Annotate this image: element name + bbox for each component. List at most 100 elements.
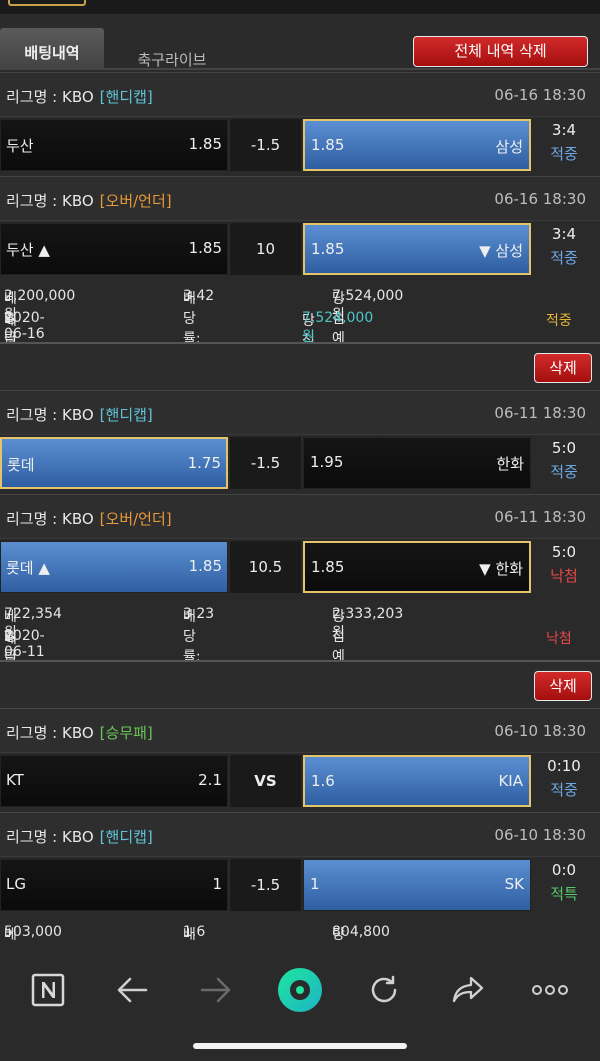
home-odds: 2.1	[198, 771, 222, 789]
away-pick-cell[interactable]: 1 SK	[303, 859, 531, 911]
result-status: 낙첨	[550, 567, 578, 585]
bet-type-tag: [승무패]	[99, 724, 153, 742]
result-status: 적특	[550, 885, 578, 903]
away-odds: 1.6	[311, 772, 335, 790]
site-logo	[8, 0, 86, 6]
league-name: 리그명 : KBO [오버/언더]	[6, 510, 172, 528]
home-pick-cell[interactable]: LG 1	[0, 859, 228, 911]
away-pick-cell[interactable]: 1.85 ▼ 한화	[303, 541, 531, 593]
bet-summary: 베팅금액: 503,000원 배당률: 1.6 당첨예상: 804,800원	[0, 916, 600, 940]
result-status: 적중	[550, 145, 578, 163]
result-status: 적중	[550, 249, 578, 267]
bet-type-tag: [핸디캡]	[99, 88, 153, 106]
match-row: KT 2.1 VS 1.6 KIA 0:10 적중	[0, 752, 600, 812]
home-team: 두산	[6, 137, 34, 155]
final-score: 5:0	[551, 543, 577, 561]
match-date: 06-10 18:30	[494, 826, 586, 844]
share-icon[interactable]	[436, 958, 500, 1022]
match-row: 두산 ▲ 1.85 10 1.85 ▼ 삼성 3:4 적중	[0, 220, 600, 280]
home-odds: 1.75	[187, 454, 221, 472]
away-odds: 1	[310, 875, 320, 893]
league-header: 리그명 : KBO [오버/언더] 06-16 18:30	[0, 176, 600, 220]
result-status: 적중	[550, 463, 578, 481]
home-pick-cell[interactable]: KT 2.1	[0, 755, 228, 807]
league-header: 리그명 : KBO [핸디캡] 06-11 18:30	[0, 390, 600, 434]
home-team: 두산 ▲	[6, 241, 50, 259]
home-odds: 1.85	[188, 135, 222, 153]
home-odds: 1.85	[188, 239, 222, 257]
match-row: LG 1 -1.5 1 SK 0:0 적특	[0, 856, 600, 916]
tab-bar: 배팅내역 축구라이브 전체 내역 삭제	[0, 14, 600, 78]
league-name: 리그명 : KBO [핸디캡]	[6, 406, 153, 424]
away-team: SK	[504, 875, 524, 893]
home-odds: 1	[212, 875, 222, 893]
delete-bet-button[interactable]: 삭제	[534, 671, 592, 701]
handicap-line: -1.5	[230, 119, 301, 171]
home-odds: 1.85	[188, 557, 222, 575]
naver-n-icon[interactable]	[16, 958, 80, 1022]
home-team: LG	[6, 875, 26, 893]
away-odds: 1.85	[311, 240, 345, 258]
bet-status: 적중	[546, 313, 572, 329]
home-pick-cell[interactable]: 롯데 ▲ 1.85	[0, 541, 228, 593]
handicap-line: -1.5	[230, 437, 301, 489]
final-score: 3:4	[551, 121, 577, 139]
forward-arrow-icon[interactable]	[184, 958, 248, 1022]
final-score: 3:4	[551, 225, 577, 243]
final-score: 0:10	[547, 757, 581, 775]
match-row: 두산 1.85 -1.5 1.85 삼성 3:4 적중	[0, 116, 600, 176]
result-status: 적중	[550, 781, 578, 799]
home-pick-cell[interactable]: 롯데 1.75	[0, 437, 228, 489]
top-status-strip	[0, 0, 600, 14]
match-date: 06-10 18:30	[494, 722, 586, 740]
match-row: 롯데 ▲ 1.85 10.5 1.85 ▼ 한화 5:0 낙첨	[0, 538, 600, 598]
match-date: 06-16 18:30	[494, 86, 586, 104]
home-indicator[interactable]	[193, 1043, 407, 1049]
league-header: 리그명 : KBO [핸디캡] 06-10 18:30	[0, 812, 600, 856]
delete-bet-button[interactable]: 삭제	[534, 353, 592, 383]
home-team: 롯데	[7, 456, 35, 474]
final-score: 0:0	[551, 861, 577, 879]
betting-history-list: 리그명 : KBO [핸디캡] 06-16 18:30 두산 1.85 -1.5 …	[0, 70, 600, 940]
match-date: 06-11 18:30	[494, 508, 586, 526]
versus-label: VS	[230, 755, 301, 807]
away-team: 삼성	[495, 138, 523, 156]
match-date: 06-16 18:30	[494, 190, 586, 208]
match-row: 롯데 1.75 -1.5 1.95 한화 5:0 적중	[0, 434, 600, 494]
league-name: 리그명 : KBO [핸디캡]	[6, 828, 153, 846]
away-team: 한화	[496, 455, 524, 473]
bet-type-tag: [핸디캡]	[99, 828, 153, 846]
away-odds: 1.95	[310, 453, 344, 471]
league-header: 리그명 : KBO [핸디캡] 06-16 18:30	[0, 72, 600, 116]
away-team: KIA	[498, 772, 523, 790]
away-team: ▼ 한화	[479, 560, 523, 578]
refresh-icon[interactable]	[352, 958, 416, 1022]
league-header: 리그명 : KBO [승무패] 06-10 18:30	[0, 708, 600, 752]
bet-type-tag: [오버/언더]	[99, 192, 172, 210]
away-team: ▼ 삼성	[479, 242, 523, 260]
back-arrow-icon[interactable]	[100, 958, 164, 1022]
league-name: 리그명 : KBO [승무패]	[6, 724, 153, 742]
away-odds: 1.85	[311, 136, 345, 154]
over-under-line: 10	[230, 223, 301, 275]
match-date: 06-11 18:30	[494, 404, 586, 422]
home-pick-cell[interactable]: 두산 1.85	[0, 119, 228, 171]
group-separator: 삭제	[0, 342, 600, 390]
away-pick-cell[interactable]: 1.85 ▼ 삼성	[303, 223, 531, 275]
league-header: 리그명 : KBO [오버/언더] 06-11 18:30	[0, 494, 600, 538]
away-pick-cell[interactable]: 1.85 삼성	[303, 119, 531, 171]
bet-type-tag: [오버/언더]	[99, 510, 172, 528]
bet-status: 낙첨	[546, 631, 572, 647]
away-odds: 1.85	[311, 558, 345, 576]
handicap-line: -1.5	[230, 859, 301, 911]
away-pick-cell[interactable]: 1.95 한화	[303, 437, 531, 489]
home-pick-cell[interactable]: 두산 ▲ 1.85	[0, 223, 228, 275]
more-dots-icon[interactable]	[518, 958, 582, 1022]
over-under-line: 10.5	[230, 541, 301, 593]
delete-all-history-button[interactable]: 전체 내역 삭제	[413, 36, 588, 67]
league-name: 리그명 : KBO [핸디캡]	[6, 88, 153, 106]
final-score: 5:0	[551, 439, 577, 457]
away-pick-cell[interactable]: 1.6 KIA	[303, 755, 531, 807]
home-team: KT	[6, 771, 24, 789]
home-circle-icon[interactable]	[268, 958, 332, 1022]
